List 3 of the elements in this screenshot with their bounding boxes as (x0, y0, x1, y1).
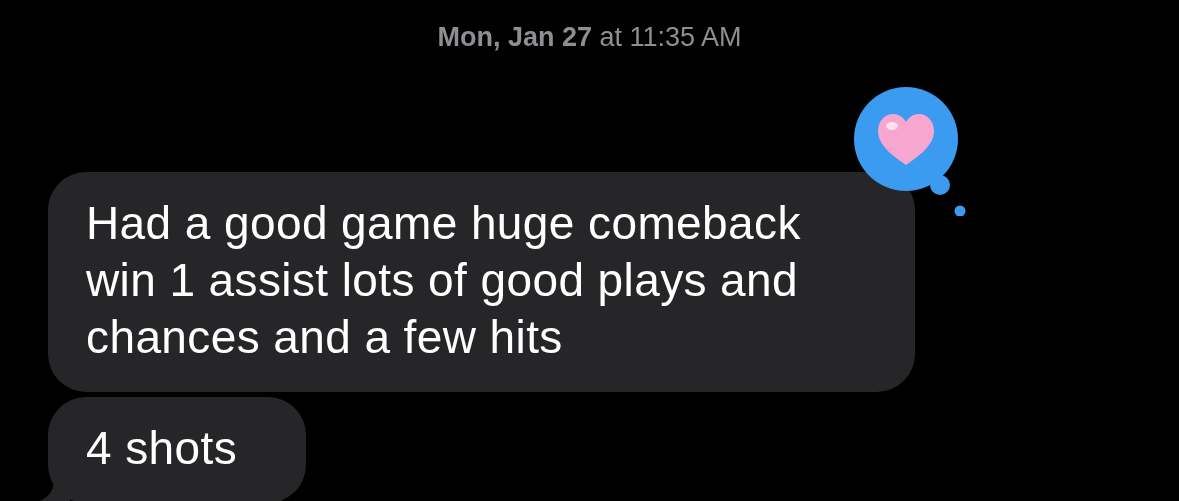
timestamp: Mon, Jan 27 at 11:35 AM (437, 22, 742, 54)
message-text: Had a good game huge comeback win 1 assist lots of good plays and chances and a few hits (86, 197, 801, 363)
message-text: 4 shots (86, 422, 238, 474)
